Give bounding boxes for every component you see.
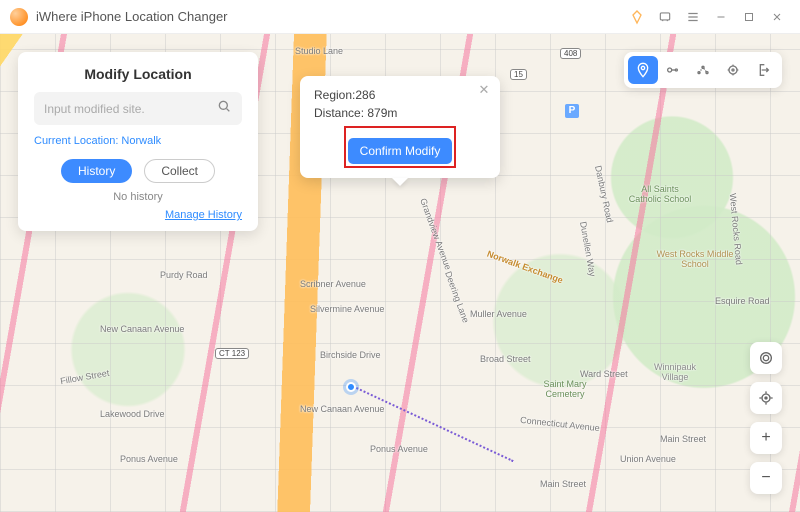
road-label: Lakewood Drive (100, 409, 165, 419)
distance-value: 879m (367, 106, 397, 120)
close-button[interactable] (764, 4, 790, 30)
road-label: Scribner Avenue (300, 279, 366, 289)
poi-label: Saint Mary Cemetery (530, 379, 600, 399)
manage-history-link[interactable]: Manage History (34, 209, 242, 221)
road-shield: 15 (510, 69, 527, 80)
road-label: Dunellen Way (578, 221, 598, 278)
popup-close-button[interactable]: ✕ (476, 82, 492, 98)
confirm-highlight: Confirm Modify (348, 130, 453, 164)
search-icon[interactable] (216, 98, 232, 119)
poi-label: West Rocks Middle School (655, 249, 735, 269)
premium-icon[interactable] (624, 4, 650, 30)
road-label: Union Avenue (620, 454, 676, 464)
parking-icon: P (565, 104, 579, 118)
mode-teleport-button[interactable] (628, 56, 658, 84)
road-label: Studio Lane (295, 46, 343, 56)
road-label: Fillow Street (60, 368, 110, 386)
app-logo (10, 8, 28, 26)
menu-icon[interactable] (680, 4, 706, 30)
road-label: Broad Street (480, 354, 531, 364)
modify-location-panel: Modify Location Current Location: Norwal… (18, 52, 258, 231)
road-label: Esquire Road (715, 296, 770, 306)
confirm-popup: ✕ Region:286 Distance: 879m Confirm Modi… (300, 76, 500, 178)
mode-multi-spot-button[interactable] (688, 56, 718, 84)
confirm-modify-button[interactable]: Confirm Modify (348, 138, 453, 164)
exit-button[interactable] (748, 56, 778, 84)
road-label: Norwalk Exchange (486, 249, 565, 286)
mode-two-spot-button[interactable] (658, 56, 688, 84)
road-label: Silvermine Avenue (310, 304, 384, 314)
popup-tail (392, 178, 408, 186)
map-controls: + − (750, 342, 782, 494)
current-location-link[interactable]: Current Location: Norwalk (34, 135, 242, 147)
poi-label: Winnipauk Village (640, 362, 710, 382)
mode-joystick-button[interactable] (718, 56, 748, 84)
road-label: New Canaan Avenue (300, 404, 384, 414)
road-label: West Rocks Road (728, 193, 744, 265)
road-label: Main Street (660, 434, 706, 444)
current-location-dot (346, 382, 356, 392)
titlebar: iWhere iPhone Location Changer (0, 0, 800, 34)
history-tabs: History Collect (34, 159, 242, 183)
maximize-button[interactable] (736, 4, 762, 30)
app-title: iWhere iPhone Location Changer (36, 9, 228, 24)
road-label: Birchside Drive (320, 350, 381, 360)
zoom-in-button[interactable]: + (750, 422, 782, 454)
road-label: Connecticut Avenue (520, 415, 601, 433)
region-value: 286 (355, 88, 375, 102)
locate-button[interactable] (750, 382, 782, 414)
road-label: Main Street (540, 479, 586, 489)
popup-distance-line: Distance: 879m (314, 106, 486, 120)
panel-heading: Modify Location (34, 66, 242, 82)
road-label: Danbury Road (593, 165, 615, 224)
road-label: New Canaan Avenue (100, 324, 184, 334)
road-label: Ponus Avenue (370, 444, 428, 454)
recenter-button[interactable] (750, 342, 782, 374)
no-history-label: No history (34, 191, 242, 203)
poi-label: All Saints Catholic School (625, 184, 695, 204)
road-label: Grandview Avenue (418, 197, 453, 271)
popup-region-line: Region:286 (314, 88, 486, 102)
road-label: Ponus Avenue (120, 454, 178, 464)
road-label: Ward Street (580, 369, 628, 379)
road-shield: CT 123 (215, 348, 249, 359)
tab-collect[interactable]: Collect (144, 159, 215, 183)
mode-toolstrip (624, 52, 782, 88)
feedback-icon[interactable] (652, 4, 678, 30)
road-label: Muller Avenue (470, 309, 527, 319)
tab-history[interactable]: History (61, 159, 132, 183)
road-label: Purdy Road (160, 270, 208, 280)
region-label: Region: (314, 88, 355, 102)
map-canvas[interactable]: Ponus Avenue Ponus Avenue New Canaan Ave… (0, 34, 800, 512)
zoom-out-button[interactable]: − (750, 462, 782, 494)
route-path (350, 384, 514, 462)
search-field[interactable] (34, 92, 242, 125)
search-input[interactable] (44, 102, 216, 116)
road-shield: 408 (560, 48, 581, 59)
minimize-button[interactable] (708, 4, 734, 30)
distance-label: Distance: (314, 106, 364, 120)
road-label: Deering Lane (443, 270, 471, 324)
